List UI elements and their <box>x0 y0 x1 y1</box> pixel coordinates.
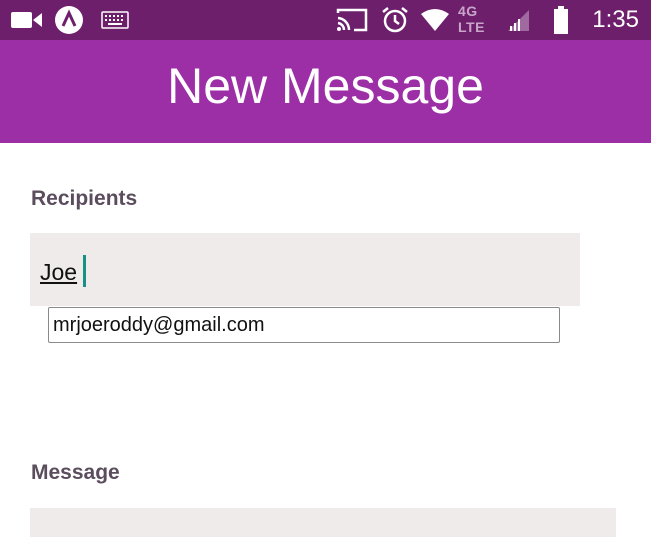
screen: 4G LTE 1:35 New Message Recipients Joe m… <box>0 0 651 537</box>
keyboard-icon <box>101 11 129 29</box>
battery-icon <box>552 5 570 35</box>
cast-icon <box>336 7 368 33</box>
status-bar: 4G LTE 1:35 <box>0 0 651 40</box>
recipients-input-value: Joe <box>40 259 78 285</box>
message-label: Message <box>31 461 120 484</box>
wifi-icon <box>420 8 450 32</box>
suggestion-email: mrjoeroddy@gmail.com <box>53 314 265 336</box>
message-input[interactable] <box>30 508 616 537</box>
app-a-icon <box>54 5 84 35</box>
recipients-label: Recipients <box>31 187 138 210</box>
text-cursor <box>83 255 86 287</box>
clock-time: 1:35 <box>592 6 639 33</box>
signal-icon <box>506 8 530 32</box>
autocomplete-suggestion[interactable]: mrjoeroddy@gmail.com <box>48 307 560 343</box>
video-camera-icon <box>10 8 44 32</box>
page-title: New Message <box>167 58 484 114</box>
alarm-icon <box>380 5 410 35</box>
recipients-input[interactable]: Joe <box>30 233 580 306</box>
app-bar: New Message <box>0 40 651 143</box>
network-type-label: 4G LTE <box>458 3 485 35</box>
